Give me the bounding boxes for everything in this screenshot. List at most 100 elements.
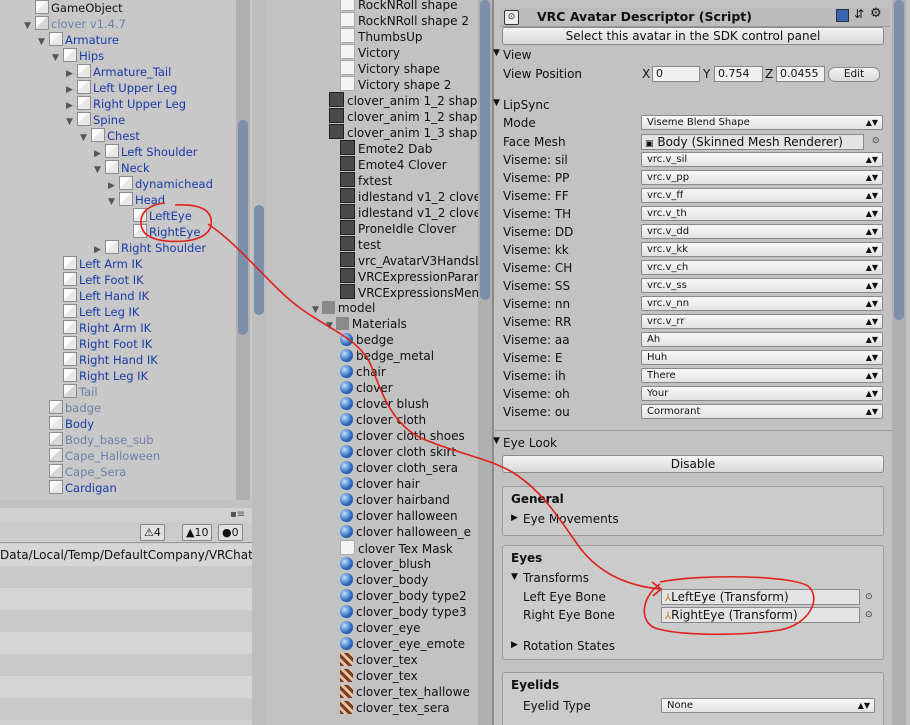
- hierarchy-item[interactable]: Left Arm IK: [52, 256, 142, 272]
- project-asset-item[interactable]: clover_anim 1_2 shap: [326, 92, 477, 108]
- preset-icon[interactable]: ⇵: [854, 7, 864, 21]
- info-count-toggle[interactable]: ▲10: [182, 524, 213, 541]
- error-count-toggle[interactable]: ●0: [218, 524, 243, 541]
- project-asset-item[interactable]: clover_body type3: [340, 604, 467, 620]
- hierarchy-item[interactable]: Right Arm IK: [52, 320, 151, 336]
- hierarchy-item[interactable]: Right Foot IK: [52, 336, 152, 352]
- viseme-dropdown[interactable]: vrc.v_rr ▲▼: [641, 314, 883, 329]
- project-asset-item[interactable]: clover_blush: [340, 556, 431, 572]
- project-asset-item[interactable]: bedge: [340, 332, 394, 348]
- viseme-dropdown[interactable]: vrc.v_ch ▲▼: [641, 260, 883, 275]
- project-asset-item[interactable]: fxtest: [340, 172, 392, 188]
- hierarchy-item[interactable]: Right Leg IK: [52, 368, 148, 384]
- left-eye-bone-field[interactable]: ⅄LeftEye (Transform): [661, 589, 860, 605]
- hierarchy-item[interactable]: ▶ Left Shoulder: [94, 144, 198, 160]
- hierarchy-scrollbar[interactable]: [236, 0, 250, 500]
- edit-view-button[interactable]: Edit: [828, 67, 880, 82]
- warning-count-toggle[interactable]: ⚠4: [140, 524, 165, 541]
- right-eye-bone-field[interactable]: ⅄RightEye (Transform): [661, 607, 860, 623]
- hierarchy-item[interactable]: ▶ dynamichead: [108, 176, 213, 192]
- hierarchy-item[interactable]: ▶ Right Upper Leg: [66, 96, 186, 112]
- project-asset-item[interactable]: bedge_metal: [340, 348, 434, 364]
- hierarchy-scroll-thumb[interactable]: [238, 120, 248, 335]
- viseme-dropdown[interactable]: vrc.v_ff ▲▼: [641, 188, 883, 203]
- viseme-dropdown[interactable]: vrc.v_sil ▲▼: [641, 152, 883, 167]
- hierarchy-item[interactable]: Cape_Sera: [38, 464, 126, 480]
- project-asset-item[interactable]: clover cloth: [340, 412, 426, 428]
- foldout-arrow-icon[interactable]: ▼: [312, 305, 319, 315]
- eyelid-type-dropdown[interactable]: None ▲▼: [661, 698, 875, 713]
- project-asset-item[interactable]: chair: [340, 364, 386, 380]
- project-asset-item[interactable]: clover_body type2: [340, 588, 467, 604]
- lipsync-header[interactable]: LipSync: [503, 98, 550, 112]
- select-avatar-button[interactable]: Select this avatar in the SDK control pa…: [502, 27, 884, 45]
- transforms-arrow-icon[interactable]: ▼: [511, 572, 518, 582]
- project-asset-item[interactable]: clover hair: [340, 476, 420, 492]
- panel-menu-icon[interactable]: ▪≡: [230, 509, 245, 520]
- view-position-x[interactable]: 0: [652, 66, 700, 82]
- rotation-states-arrow-icon[interactable]: ▶: [511, 640, 518, 650]
- project-asset-item[interactable]: clover_tex: [340, 668, 418, 684]
- project-asset-item[interactable]: Victory: [340, 44, 400, 60]
- project-asset-item[interactable]: Victory shape: [340, 60, 440, 76]
- project-asset-item[interactable]: clover_eye_emote: [340, 636, 465, 652]
- foldout-arrow-icon[interactable]: ▼: [38, 34, 49, 50]
- project-asset-item[interactable]: clover_eye: [340, 620, 421, 636]
- project-asset-item[interactable]: clover: [340, 380, 393, 396]
- hierarchy-item[interactable]: Cape_Halloween: [38, 448, 160, 464]
- project-asset-item[interactable]: RockNRoll shape 2: [340, 12, 469, 28]
- hierarchy-item[interactable]: Tail: [52, 384, 98, 400]
- hierarchy-item[interactable]: ▼ Head: [108, 192, 165, 208]
- hierarchy-item[interactable]: ▼ Chest: [80, 128, 140, 144]
- hierarchy-item[interactable]: ▶ Armature_Tail: [66, 64, 171, 80]
- hierarchy-item[interactable]: ▼ Neck: [94, 160, 150, 176]
- hierarchy-item[interactable]: RightEye: [122, 224, 200, 240]
- viseme-dropdown[interactable]: vrc.v_ss ▲▼: [641, 278, 883, 293]
- view-foldout-arrow[interactable]: ▼: [493, 48, 500, 58]
- hierarchy-item[interactable]: Left Leg IK: [52, 304, 139, 320]
- hierarchy-item[interactable]: LeftEye: [122, 208, 192, 224]
- hierarchy-item[interactable]: ▶ Right Shoulder: [94, 240, 206, 256]
- object-picker-icon[interactable]: ⊙: [872, 136, 880, 146]
- view-header[interactable]: View: [503, 48, 531, 62]
- mode-dropdown[interactable]: Viseme Blend Shape ▲▼: [641, 115, 883, 130]
- project-asset-item[interactable]: Victory shape 2: [340, 76, 451, 92]
- project-asset-item[interactable]: clover_tex: [340, 652, 418, 668]
- foldout-arrow-icon[interactable]: ▼: [80, 130, 91, 146]
- project-asset-item[interactable]: clover_tex_hallowe: [340, 684, 470, 700]
- project-asset-item[interactable]: clover_body: [340, 572, 428, 588]
- rotation-states-foldout[interactable]: Rotation States: [523, 639, 615, 653]
- viseme-dropdown[interactable]: vrc.v_dd ▲▼: [641, 224, 883, 239]
- eye-look-header[interactable]: Eye Look: [503, 436, 557, 450]
- inspector-scrollbar[interactable]: [892, 0, 906, 725]
- project-asset-item[interactable]: idlestand v1_2 clover: [340, 204, 486, 220]
- project-asset-item[interactable]: RockNRoll shape: [340, 0, 458, 12]
- viseme-dropdown[interactable]: Huh ▲▼: [641, 350, 883, 365]
- viseme-dropdown[interactable]: vrc.v_kk ▲▼: [641, 242, 883, 257]
- project-left-scrollbar[interactable]: [252, 0, 266, 725]
- project-scroll-thumb[interactable]: [480, 0, 490, 300]
- object-picker-icon[interactable]: ⊙: [865, 592, 873, 602]
- disable-eye-look-button[interactable]: Disable: [502, 455, 884, 473]
- hierarchy-item[interactable]: ▼ Hips: [52, 48, 104, 64]
- hierarchy-item[interactable]: badge: [38, 400, 101, 416]
- foldout-arrow-icon[interactable]: ▼: [52, 50, 63, 66]
- project-left-scroll-thumb[interactable]: [254, 205, 264, 315]
- foldout-arrow-icon[interactable]: ▼: [66, 114, 77, 130]
- eye-movements-foldout[interactable]: Eye Movements: [523, 512, 619, 526]
- project-asset-item[interactable]: clover halloween: [340, 508, 458, 524]
- foldout-arrow-icon[interactable]: ▼: [108, 194, 119, 210]
- project-asset-item[interactable]: clover_anim 1_2 shap: [326, 108, 477, 124]
- project-asset-item[interactable]: clover cloth shoes: [340, 428, 465, 444]
- viseme-dropdown[interactable]: Cormorant ▲▼: [641, 404, 883, 419]
- hierarchy-item[interactable]: Body_base_sub: [38, 432, 154, 448]
- help-icon[interactable]: [836, 9, 849, 22]
- hierarchy-item[interactable]: Left Foot IK: [52, 272, 144, 288]
- project-asset-item[interactable]: test: [340, 236, 381, 252]
- project-asset-item[interactable]: Emote4 Clover: [340, 156, 447, 172]
- view-position-y[interactable]: 0.754: [714, 66, 763, 82]
- project-asset-item[interactable]: Emote2 Dab: [340, 140, 432, 156]
- viseme-dropdown[interactable]: Your ▲▼: [641, 386, 883, 401]
- hierarchy-item[interactable]: ▼ clover v1.4.7: [24, 16, 126, 32]
- viseme-dropdown[interactable]: vrc.v_nn ▲▼: [641, 296, 883, 311]
